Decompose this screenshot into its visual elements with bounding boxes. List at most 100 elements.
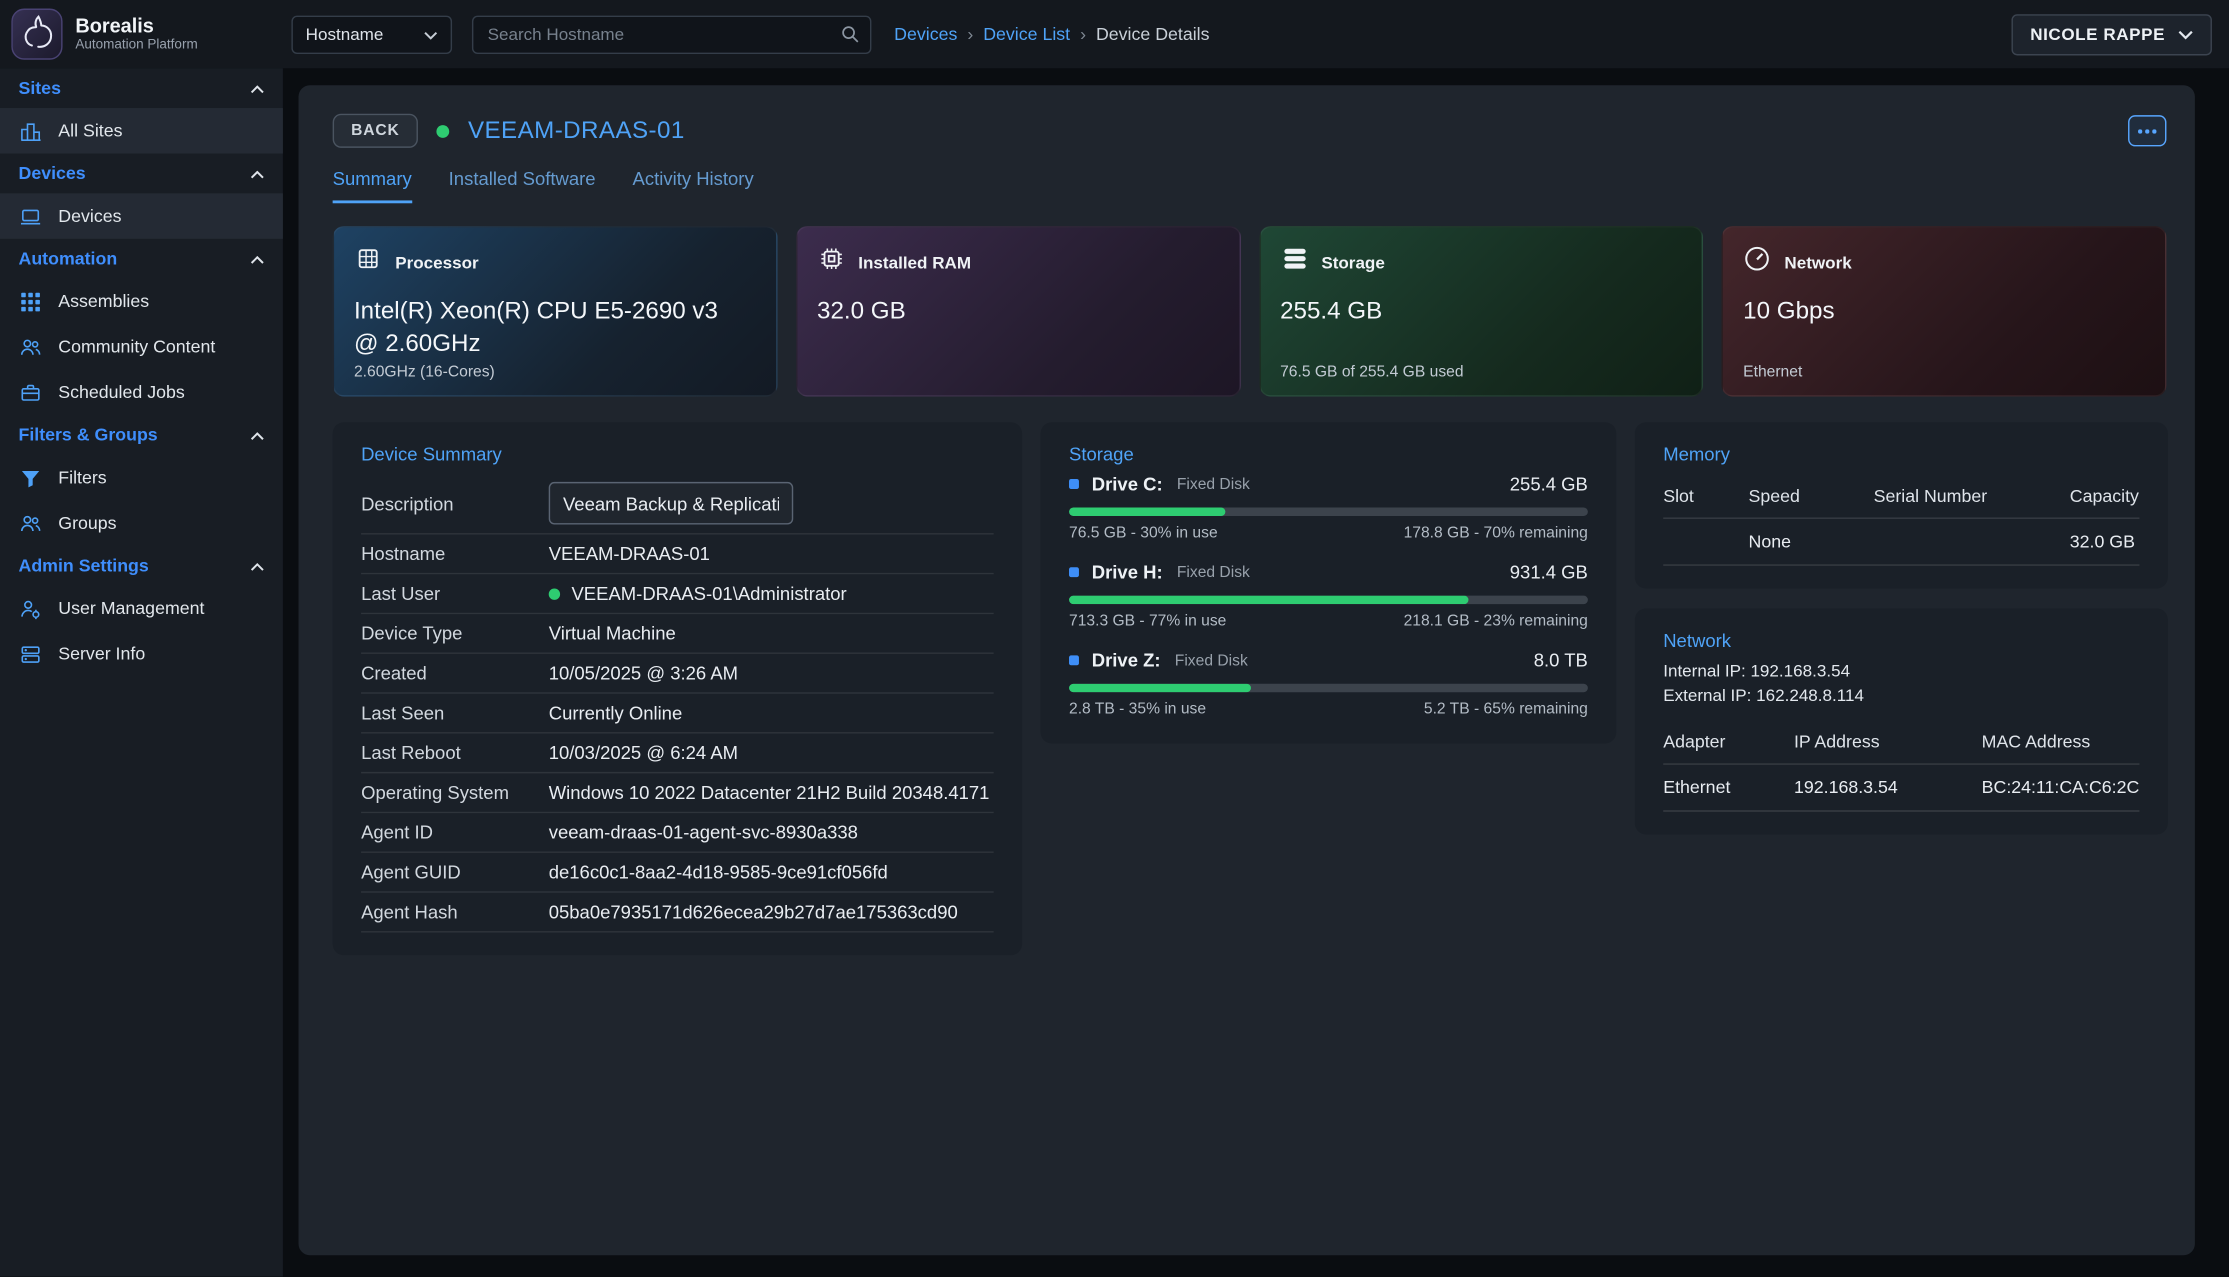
row-label: Agent ID xyxy=(361,822,549,843)
sidebar-item-groups[interactable]: Groups xyxy=(0,500,283,545)
drive-size: 931.4 GB xyxy=(1510,562,1588,583)
network-ips: Internal IP: 192.168.3.54 External IP: 1… xyxy=(1663,660,2139,708)
stat-card-value: Intel(R) Xeon(R) CPU E5-2690 v3 @ 2.60GH… xyxy=(354,296,756,361)
storage-heading: Storage xyxy=(1069,444,1588,465)
drive-usage-fill xyxy=(1069,596,1469,605)
drive-used-text: 713.3 GB - 77% in use xyxy=(1069,613,1226,630)
sidebar-section-label: Devices xyxy=(18,163,85,183)
sidebar-section-label: Sites xyxy=(18,78,60,98)
description-input[interactable] xyxy=(549,482,794,525)
users-icon xyxy=(20,336,41,357)
sidebar-section-sites[interactable]: Sites xyxy=(0,68,283,108)
user-menu-button[interactable]: NICOLE RAPPE xyxy=(2012,14,2212,55)
summary-row-last-user: Last UserVEEAM-DRAAS-01\Administrator xyxy=(361,574,994,614)
row-value: 05ba0e7935171d626ecea29b27d7ae175363cd90 xyxy=(549,901,958,922)
drive-type: Fixed Disk xyxy=(1175,652,1248,669)
drive-usage-fill xyxy=(1069,507,1225,516)
sidebar-item-scheduled-jobs[interactable]: Scheduled Jobs xyxy=(0,370,283,415)
tab-summary[interactable]: Summary xyxy=(333,168,412,204)
stat-card-title: Network xyxy=(1784,252,1851,272)
users-icon xyxy=(20,512,41,533)
column-header: IP Address xyxy=(1794,732,1982,752)
server-icon xyxy=(20,643,41,664)
sidebar-item-user-management[interactable]: User Management xyxy=(0,586,283,631)
row-value: Windows 10 2022 Datacenter 21H2 Build 20… xyxy=(549,782,990,803)
processor-card: Processor Intel(R) Xeon(R) CPU E5-2690 v… xyxy=(333,226,778,397)
summary-row-agent-id: Agent IDveeam-draas-01-agent-svc-8930a33… xyxy=(361,813,994,853)
network-heading: Network xyxy=(1663,630,2139,651)
stat-card-value: 32.0 GB xyxy=(817,296,1219,329)
column-header: Capacity xyxy=(2070,486,2140,506)
row-label: Last Seen xyxy=(361,702,549,723)
drive-bullet-icon xyxy=(1069,655,1079,665)
chevron-up-icon xyxy=(250,246,264,272)
brand: Borealis Automation Platform xyxy=(0,9,283,60)
sidebar-item-label: Scheduled Jobs xyxy=(58,382,184,402)
summary-row-description: Description xyxy=(361,473,994,534)
storage-panel: Storage Drive C: Fixed Disk 255.4 GB 76.… xyxy=(1041,422,1617,743)
drive-bullet-icon xyxy=(1069,567,1079,577)
online-status-dot xyxy=(549,588,560,599)
stat-card-title: Installed RAM xyxy=(858,252,971,272)
device-summary-heading: Device Summary xyxy=(361,444,994,465)
search-icon xyxy=(840,23,860,50)
sidebar-item-server-info[interactable]: Server Info xyxy=(0,631,283,676)
adapter-mac: BC:24:11:CA:C6:2C xyxy=(1982,778,2140,798)
memory-slot xyxy=(1663,532,1748,552)
chevron-up-icon xyxy=(250,75,264,101)
summary-row-agent-guid: Agent GUIDde16c0c1-8aa2-4d18-9585-9ce91c… xyxy=(361,853,994,893)
sidebar-item-all-sites[interactable]: All Sites xyxy=(0,108,283,153)
memory-heading: Memory xyxy=(1663,444,2139,465)
sidebar-section-filters-groups[interactable]: Filters & Groups xyxy=(0,415,283,455)
drive-usage-bar xyxy=(1069,684,1588,693)
search-input[interactable] xyxy=(472,15,871,53)
stat-card-value: 10 Gbps xyxy=(1743,296,2145,329)
topbar: Borealis Automation Platform Hostname De… xyxy=(0,0,2229,68)
sites-icon xyxy=(20,120,41,141)
drive-c: Drive C: Fixed Disk 255.4 GB 76.5 GB - 3… xyxy=(1069,473,1588,541)
tab-activity-history[interactable]: Activity History xyxy=(633,168,754,204)
chevron-up-icon xyxy=(250,161,264,187)
summary-row-created: Created10/05/2025 @ 3:26 AM xyxy=(361,654,994,694)
summary-row-last-reboot: Last Reboot10/03/2025 @ 6:24 AM xyxy=(361,734,994,774)
drive-name: Drive C: xyxy=(1092,473,1163,494)
column-header: Adapter xyxy=(1663,732,1794,752)
stat-card-footer: 2.60GHz (16-Cores) xyxy=(354,364,495,381)
chevron-up-icon xyxy=(250,422,264,448)
memory-speed: None xyxy=(1749,532,1874,552)
sidebar-section-devices[interactable]: Devices xyxy=(0,154,283,194)
drive-used-text: 76.5 GB - 30% in use xyxy=(1069,525,1218,542)
sidebar-item-label: Groups xyxy=(58,513,116,533)
memory-table-header: Slot Speed Serial Number Capacity xyxy=(1663,473,2139,518)
column-header: Slot xyxy=(1663,486,1748,506)
row-label: Agent Hash xyxy=(361,901,549,922)
sidebar-item-label: User Management xyxy=(58,598,204,618)
summary-row-last-seen: Last SeenCurrently Online xyxy=(361,694,994,734)
sidebar-section-admin-settings[interactable]: Admin Settings xyxy=(0,546,283,586)
sidebar-section-automation[interactable]: Automation xyxy=(0,239,283,279)
drive-size: 8.0 TB xyxy=(1534,650,1588,671)
breadcrumb-link-device-list[interactable]: Device List xyxy=(983,24,1070,44)
sidebar-item-assemblies[interactable]: Assemblies xyxy=(0,279,283,324)
row-label: Created xyxy=(361,662,549,683)
sidebar-item-filters[interactable]: Filters xyxy=(0,455,283,500)
hostname-filter-select[interactable]: Hostname xyxy=(291,15,452,53)
sidebar: Sites All Sites Devices Devices Automati… xyxy=(0,68,283,1276)
sidebar-section-label: Filters & Groups xyxy=(18,425,157,445)
summary-row-agent-hash: Agent Hash05ba0e7935171d626ecea29b27d7ae… xyxy=(361,893,994,933)
tab-installed-software[interactable]: Installed Software xyxy=(449,168,596,204)
more-actions-button[interactable] xyxy=(2128,115,2166,146)
drive-used-text: 2.8 TB - 35% in use xyxy=(1069,701,1206,718)
stat-card-footer: Ethernet xyxy=(1743,364,1802,381)
sidebar-item-community-content[interactable]: Community Content xyxy=(0,324,283,369)
device-summary-panel: Device Summary Description HostnameVEEAM… xyxy=(333,422,1022,955)
external-ip: External IP: 162.248.8.114 xyxy=(1663,684,2139,708)
ram-chip-icon xyxy=(817,245,845,281)
row-label: Operating System xyxy=(361,782,549,803)
breadcrumb-link-devices[interactable]: Devices xyxy=(894,24,957,44)
summary-row-device-type: Device TypeVirtual Machine xyxy=(361,614,994,654)
filter-funnel-icon xyxy=(20,467,41,488)
sidebar-item-devices[interactable]: Devices xyxy=(0,193,283,238)
back-button[interactable]: BACK xyxy=(333,114,419,148)
devices-icon xyxy=(20,205,41,226)
